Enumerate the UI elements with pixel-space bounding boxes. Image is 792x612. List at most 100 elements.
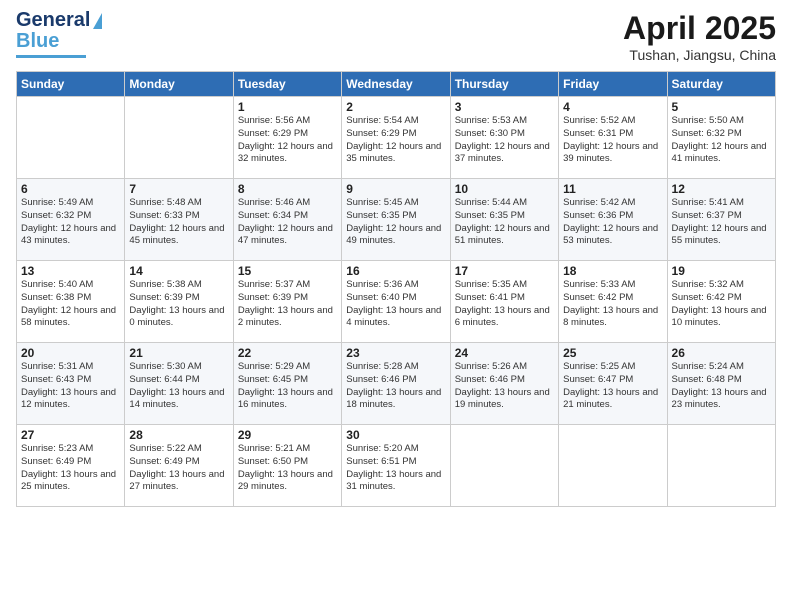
calendar-cell: 19Sunrise: 5:32 AMSunset: 6:42 PMDayligh… [667, 261, 775, 343]
calendar-cell: 9Sunrise: 5:45 AMSunset: 6:35 PMDaylight… [342, 179, 450, 261]
calendar-cell [667, 425, 775, 507]
day-info: Sunrise: 5:41 AMSunset: 6:37 PMDaylight:… [672, 197, 771, 248]
calendar-cell: 18Sunrise: 5:33 AMSunset: 6:42 PMDayligh… [559, 261, 667, 343]
day-number: 4 [563, 100, 662, 114]
day-info: Sunrise: 5:49 AMSunset: 6:32 PMDaylight:… [21, 197, 120, 248]
calendar-cell: 13Sunrise: 5:40 AMSunset: 6:38 PMDayligh… [17, 261, 125, 343]
calendar-cell: 29Sunrise: 5:21 AMSunset: 6:50 PMDayligh… [233, 425, 341, 507]
day-number: 18 [563, 264, 662, 278]
day-info: Sunrise: 5:26 AMSunset: 6:46 PMDaylight:… [455, 361, 554, 412]
subtitle: Tushan, Jiangsu, China [623, 47, 776, 63]
day-number: 10 [455, 182, 554, 196]
day-number: 7 [129, 182, 228, 196]
day-number: 3 [455, 100, 554, 114]
day-info: Sunrise: 5:25 AMSunset: 6:47 PMDaylight:… [563, 361, 662, 412]
calendar-cell: 11Sunrise: 5:42 AMSunset: 6:36 PMDayligh… [559, 179, 667, 261]
logo-triangle-icon [93, 13, 102, 29]
day-number: 19 [672, 264, 771, 278]
day-info: Sunrise: 5:50 AMSunset: 6:32 PMDaylight:… [672, 115, 771, 166]
day-number: 25 [563, 346, 662, 360]
day-number: 22 [238, 346, 337, 360]
day-number: 21 [129, 346, 228, 360]
day-number: 29 [238, 428, 337, 442]
calendar-cell: 5Sunrise: 5:50 AMSunset: 6:32 PMDaylight… [667, 97, 775, 179]
calendar-cell: 20Sunrise: 5:31 AMSunset: 6:43 PMDayligh… [17, 343, 125, 425]
calendar-cell: 26Sunrise: 5:24 AMSunset: 6:48 PMDayligh… [667, 343, 775, 425]
day-info: Sunrise: 5:54 AMSunset: 6:29 PMDaylight:… [346, 115, 445, 166]
calendar-cell: 23Sunrise: 5:28 AMSunset: 6:46 PMDayligh… [342, 343, 450, 425]
calendar-cell: 15Sunrise: 5:37 AMSunset: 6:39 PMDayligh… [233, 261, 341, 343]
page: General Blue April 2025 Tushan, Jiangsu,… [0, 0, 792, 612]
day-info: Sunrise: 5:36 AMSunset: 6:40 PMDaylight:… [346, 279, 445, 330]
day-info: Sunrise: 5:44 AMSunset: 6:35 PMDaylight:… [455, 197, 554, 248]
day-number: 1 [238, 100, 337, 114]
day-info: Sunrise: 5:33 AMSunset: 6:42 PMDaylight:… [563, 279, 662, 330]
day-number: 5 [672, 100, 771, 114]
day-info: Sunrise: 5:35 AMSunset: 6:41 PMDaylight:… [455, 279, 554, 330]
day-number: 15 [238, 264, 337, 278]
weekday-header-wednesday: Wednesday [342, 72, 450, 97]
calendar-cell: 10Sunrise: 5:44 AMSunset: 6:35 PMDayligh… [450, 179, 558, 261]
day-info: Sunrise: 5:56 AMSunset: 6:29 PMDaylight:… [238, 115, 337, 166]
weekday-header-sunday: Sunday [17, 72, 125, 97]
day-number: 23 [346, 346, 445, 360]
calendar-cell: 12Sunrise: 5:41 AMSunset: 6:37 PMDayligh… [667, 179, 775, 261]
day-info: Sunrise: 5:46 AMSunset: 6:34 PMDaylight:… [238, 197, 337, 248]
day-info: Sunrise: 5:37 AMSunset: 6:39 PMDaylight:… [238, 279, 337, 330]
day-number: 20 [21, 346, 120, 360]
day-info: Sunrise: 5:30 AMSunset: 6:44 PMDaylight:… [129, 361, 228, 412]
day-info: Sunrise: 5:23 AMSunset: 6:49 PMDaylight:… [21, 443, 120, 494]
logo-underline [16, 55, 86, 58]
calendar-cell: 17Sunrise: 5:35 AMSunset: 6:41 PMDayligh… [450, 261, 558, 343]
weekday-header-row: SundayMondayTuesdayWednesdayThursdayFrid… [17, 72, 776, 97]
day-info: Sunrise: 5:24 AMSunset: 6:48 PMDaylight:… [672, 361, 771, 412]
day-info: Sunrise: 5:20 AMSunset: 6:51 PMDaylight:… [346, 443, 445, 494]
day-number: 27 [21, 428, 120, 442]
day-info: Sunrise: 5:22 AMSunset: 6:49 PMDaylight:… [129, 443, 228, 494]
day-info: Sunrise: 5:48 AMSunset: 6:33 PMDaylight:… [129, 197, 228, 248]
day-info: Sunrise: 5:45 AMSunset: 6:35 PMDaylight:… [346, 197, 445, 248]
logo-blue: Blue [16, 30, 59, 53]
calendar-cell: 14Sunrise: 5:38 AMSunset: 6:39 PMDayligh… [125, 261, 233, 343]
calendar-cell: 3Sunrise: 5:53 AMSunset: 6:30 PMDaylight… [450, 97, 558, 179]
main-title: April 2025 [623, 10, 776, 47]
day-info: Sunrise: 5:42 AMSunset: 6:36 PMDaylight:… [563, 197, 662, 248]
calendar-cell: 7Sunrise: 5:48 AMSunset: 6:33 PMDaylight… [125, 179, 233, 261]
logo: General Blue [16, 10, 102, 58]
day-number: 8 [238, 182, 337, 196]
day-info: Sunrise: 5:28 AMSunset: 6:46 PMDaylight:… [346, 361, 445, 412]
calendar-cell [559, 425, 667, 507]
calendar-cell: 2Sunrise: 5:54 AMSunset: 6:29 PMDaylight… [342, 97, 450, 179]
calendar-cell: 16Sunrise: 5:36 AMSunset: 6:40 PMDayligh… [342, 261, 450, 343]
header: General Blue April 2025 Tushan, Jiangsu,… [16, 10, 776, 63]
calendar-cell [17, 97, 125, 179]
week-row-5: 27Sunrise: 5:23 AMSunset: 6:49 PMDayligh… [17, 425, 776, 507]
day-number: 11 [563, 182, 662, 196]
calendar-cell [450, 425, 558, 507]
day-info: Sunrise: 5:52 AMSunset: 6:31 PMDaylight:… [563, 115, 662, 166]
calendar: SundayMondayTuesdayWednesdayThursdayFrid… [16, 71, 776, 507]
day-info: Sunrise: 5:53 AMSunset: 6:30 PMDaylight:… [455, 115, 554, 166]
calendar-cell [125, 97, 233, 179]
week-row-1: 1Sunrise: 5:56 AMSunset: 6:29 PMDaylight… [17, 97, 776, 179]
day-info: Sunrise: 5:40 AMSunset: 6:38 PMDaylight:… [21, 279, 120, 330]
day-info: Sunrise: 5:38 AMSunset: 6:39 PMDaylight:… [129, 279, 228, 330]
day-number: 12 [672, 182, 771, 196]
day-number: 26 [672, 346, 771, 360]
calendar-cell: 24Sunrise: 5:26 AMSunset: 6:46 PMDayligh… [450, 343, 558, 425]
week-row-4: 20Sunrise: 5:31 AMSunset: 6:43 PMDayligh… [17, 343, 776, 425]
calendar-cell: 28Sunrise: 5:22 AMSunset: 6:49 PMDayligh… [125, 425, 233, 507]
day-number: 2 [346, 100, 445, 114]
calendar-cell: 8Sunrise: 5:46 AMSunset: 6:34 PMDaylight… [233, 179, 341, 261]
weekday-header-monday: Monday [125, 72, 233, 97]
day-info: Sunrise: 5:32 AMSunset: 6:42 PMDaylight:… [672, 279, 771, 330]
day-number: 28 [129, 428, 228, 442]
calendar-cell: 21Sunrise: 5:30 AMSunset: 6:44 PMDayligh… [125, 343, 233, 425]
day-number: 14 [129, 264, 228, 278]
calendar-cell: 22Sunrise: 5:29 AMSunset: 6:45 PMDayligh… [233, 343, 341, 425]
day-number: 6 [21, 182, 120, 196]
day-number: 13 [21, 264, 120, 278]
day-info: Sunrise: 5:29 AMSunset: 6:45 PMDaylight:… [238, 361, 337, 412]
day-number: 24 [455, 346, 554, 360]
week-row-2: 6Sunrise: 5:49 AMSunset: 6:32 PMDaylight… [17, 179, 776, 261]
